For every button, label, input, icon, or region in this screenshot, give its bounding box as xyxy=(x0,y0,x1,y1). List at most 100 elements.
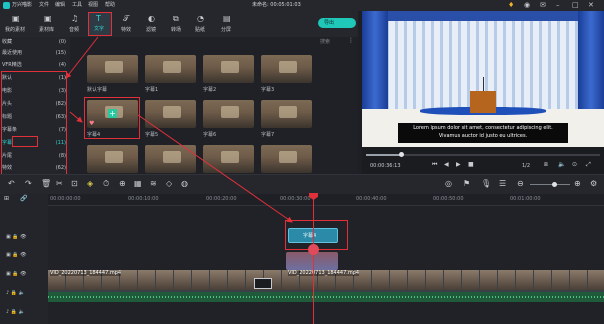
tab-text-effects[interactable]: 𝒯 特效 xyxy=(116,13,138,35)
timeline-settings-icon[interactable]: ⚙ xyxy=(590,180,597,188)
media-toolbar: ▣ 我的素材 ▣ 素材库 ♫ 音频 T 文字 𝒯 特效 ◐ 滤镜 ⧉ 转场 ◔ … xyxy=(0,11,358,37)
keyframe-icon[interactable]: ◇ xyxy=(166,180,172,188)
subtitle-overlay: Lorem ipsum dolor sit amet, consectetur … xyxy=(398,123,568,143)
video-track-clip[interactable]: VID_20220713_184447.mp4 VID_20220713_184… xyxy=(48,270,604,292)
audio-waveform xyxy=(48,296,604,298)
export-button[interactable]: 导出 xyxy=(318,18,356,28)
zoom-out-icon[interactable]: ⊖ xyxy=(517,180,524,188)
menu-edit[interactable]: 编辑 xyxy=(55,3,65,8)
template-thumbnail xyxy=(145,100,196,128)
sidebar-item-label: 最近使用 xyxy=(2,50,23,56)
stop-icon[interactable]: ■ xyxy=(468,162,474,168)
sidebar-item-count: (15) xyxy=(55,50,66,56)
timeline-ruler[interactable]: 00:00:00:00 00:00:10:00 00:00:20:00 00:0… xyxy=(48,194,604,206)
mixer-icon[interactable]: ☰ xyxy=(499,180,506,188)
audio-waveform-track[interactable] xyxy=(48,292,604,302)
template-item[interactable]: 字幕5 xyxy=(145,100,196,140)
track-video-icon: ▣ 🔒 👁 xyxy=(6,234,27,240)
undo-icon[interactable]: ↶ xyxy=(8,180,15,188)
ruler-label: 00:01:00:00 xyxy=(510,196,541,202)
play-icon[interactable]: ▶ xyxy=(456,162,461,168)
zoom-in-icon[interactable]: ⊕ xyxy=(574,180,581,188)
sidebar-item-label: VFR精选 xyxy=(2,62,22,68)
menu-tools[interactable]: 工具 xyxy=(72,3,82,8)
playback-progress-bar[interactable] xyxy=(366,152,600,157)
menu-help[interactable]: 帮助 xyxy=(105,3,115,8)
prev-frame-icon[interactable]: ◀ xyxy=(444,162,449,168)
template-item[interactable]: 字幕7 xyxy=(261,100,312,140)
subtitle-line-1: Lorem ipsum dolor sit amet, consectetur … xyxy=(413,125,553,131)
track-audio-icon: ♪ 🔒 🔈 xyxy=(6,290,25,296)
folder-icon: ▣ xyxy=(12,14,20,23)
category-sidebar: 收藏 (0) 最近使用 (15) VFR精选 (4) 默认 (1) 电影 (3) 片头 (8… xyxy=(0,37,70,175)
green-screen-icon[interactable]: ▦ xyxy=(134,180,142,188)
cut-icon[interactable]: ✂ xyxy=(56,180,63,188)
zoom-slider-knob[interactable] xyxy=(552,182,557,187)
video-clip-label: VID_20220713_184447.mp4 xyxy=(50,270,122,276)
close-icon[interactable]: ✕ xyxy=(588,2,594,9)
sidebar-item-vfr[interactable]: VFR精选 (4) xyxy=(2,61,68,70)
audio-adjust-icon[interactable]: ≋ xyxy=(150,180,157,188)
delete-icon[interactable]: 🗑 xyxy=(41,180,51,188)
menu-view[interactable]: 视图 xyxy=(88,3,98,8)
speed-icon[interactable]: ⏱ xyxy=(103,180,109,188)
account-icon[interactable]: ◉ xyxy=(524,2,530,9)
menu-file[interactable]: 文件 xyxy=(39,3,49,8)
template-item[interactable]: 字幕1 xyxy=(145,55,196,95)
add-track-icon[interactable]: ⊞ xyxy=(4,196,9,202)
timeline-toolbar: ↶ ↷ 🗑 ✂ ⊡ ◈ ⏱ ⊕ ▦ ≋ ◇ ◍ ◎ ⚑ 🎙 ☰ ⊖ ⊕ ⚙ xyxy=(0,174,604,194)
step-back-icon[interactable]: ⏮ xyxy=(432,162,437,168)
preview-panel: Lorem ipsum dolor sit amet, consectetur … xyxy=(362,11,604,174)
sidebar-item-label: 收藏 xyxy=(2,39,13,45)
transition-marker[interactable] xyxy=(254,278,272,289)
tab-stock-media[interactable]: ▣ 素材库 xyxy=(36,13,60,35)
mic-icon[interactable]: 🎙 xyxy=(481,180,491,188)
render-icon[interactable]: ◎ xyxy=(445,180,452,188)
app-title: 万兴喵影 xyxy=(12,2,33,8)
crop-icon[interactable]: ⊡ xyxy=(71,180,78,188)
zoom-slider[interactable] xyxy=(530,182,570,187)
sidebar-item-recent[interactable]: 最近使用 (15) xyxy=(2,49,68,58)
tab-filters[interactable]: ◐ 滤镜 xyxy=(141,13,163,35)
color-icon[interactable]: ◈ xyxy=(87,180,93,188)
fullscreen-icon[interactable]: ⤢ xyxy=(586,162,591,168)
tab-stickers[interactable]: ◔ 贴纸 xyxy=(190,13,212,35)
template-item[interactable]: 字幕3 xyxy=(261,55,312,95)
ruler-label: 00:00:50:00 xyxy=(433,196,464,202)
marker-icon[interactable]: ⚑ xyxy=(463,180,470,188)
tab-transitions[interactable]: ⧉ 转场 xyxy=(166,13,188,35)
template-item[interactable]: 默认字幕 xyxy=(87,55,138,95)
playhead-line[interactable] xyxy=(313,194,314,324)
maximize-icon[interactable]: □ xyxy=(572,2,579,9)
filter-menu-icon[interactable]: ⋮ xyxy=(348,38,354,44)
preview-timecode: 00:00:36:13 xyxy=(370,163,401,169)
playhead-knob[interactable] xyxy=(399,152,405,157)
volume-icon[interactable]: 🔈 xyxy=(558,162,565,168)
zoom-fit-icon[interactable]: ⊕ xyxy=(119,180,126,188)
template-item[interactable]: 字幕2 xyxy=(203,55,254,95)
tab-label: 滤镜 xyxy=(146,27,157,33)
search-input[interactable]: 搜索 xyxy=(320,40,330,45)
template-label: 字幕2 xyxy=(203,87,217,93)
template-thumbnail xyxy=(87,55,138,83)
mask-icon[interactable]: ◍ xyxy=(181,180,188,188)
template-item[interactable]: 字幕6 xyxy=(203,100,254,140)
link-icon[interactable]: 🔗 xyxy=(20,196,27,202)
notification-icon[interactable]: ✉ xyxy=(540,2,546,9)
tab-titles[interactable]: T 文字 xyxy=(88,12,112,36)
template-thumbnail xyxy=(203,100,254,128)
sidebar-item-favorites[interactable]: 收藏 (0) xyxy=(2,38,68,47)
premium-icon[interactable]: ♦ xyxy=(508,2,514,9)
snapshot-icon[interactable]: ⧈ xyxy=(544,162,548,168)
camera-icon[interactable]: ⊙ xyxy=(572,162,577,168)
minimize-icon[interactable]: – xyxy=(556,2,560,9)
tab-split-screen[interactable]: ▤ 分屏 xyxy=(216,13,238,35)
tab-label: 转场 xyxy=(171,27,182,33)
redo-icon[interactable]: ↷ xyxy=(25,180,32,188)
preview-zoom-select[interactable]: 1/2 xyxy=(522,164,530,169)
playback-progress-fill xyxy=(366,154,402,156)
tab-my-media[interactable]: ▣ 我的素材 xyxy=(4,13,28,35)
tab-audio[interactable]: ♫ 音频 xyxy=(64,13,86,35)
music-icon: ♫ xyxy=(71,14,79,23)
track-audio2-icon: ♪ 🔒 🔈 xyxy=(6,309,25,315)
